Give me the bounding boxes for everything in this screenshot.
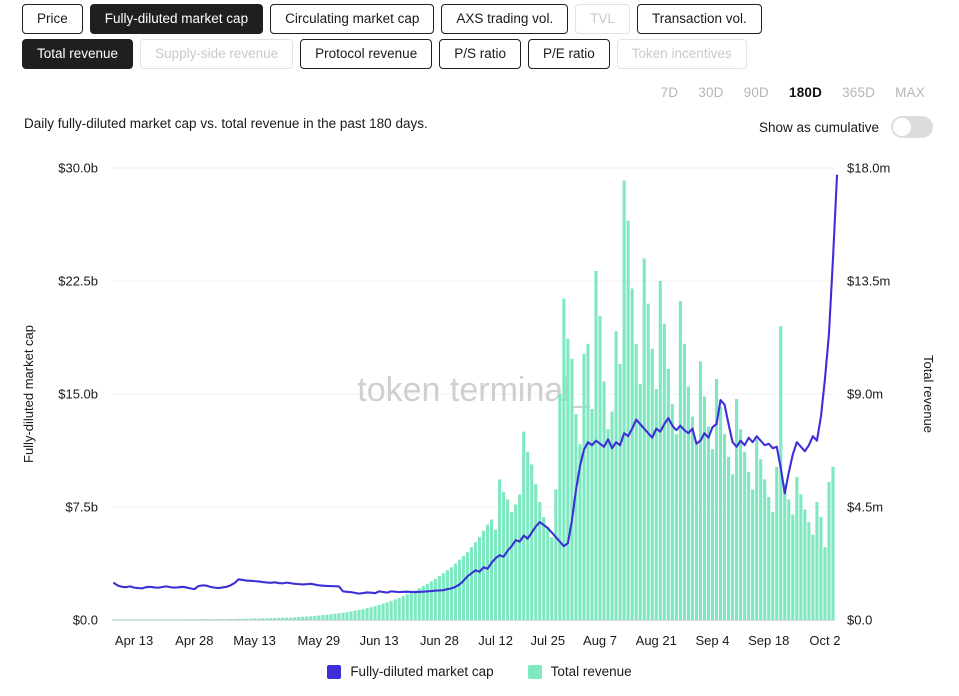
metric-button-p-s-ratio[interactable]: P/S ratio — [439, 39, 521, 69]
y2-axis-tick-label: $9.0m — [847, 387, 883, 402]
y-axis-tick-label: $7.5b — [65, 500, 98, 515]
legend-label: Fully-diluted market cap — [350, 664, 494, 679]
metric-button-transaction-vol[interactable]: Transaction vol. — [636, 4, 762, 34]
range-button-90d[interactable]: 90D — [744, 85, 769, 100]
x-axis-tick-label: May 29 — [298, 633, 341, 648]
chart-container: $0.0 $7.5b $15.0b $22.5b $30.0b $0.0 $4.5m $9.0… — [0, 148, 959, 658]
range-button-7d[interactable]: 7D — [661, 85, 679, 100]
metric-button-supply-side-revenue: Supply-side revenue — [140, 39, 294, 69]
range-button-30d[interactable]: 30D — [698, 85, 723, 100]
y-axis-tick-label: $22.5b — [58, 274, 98, 289]
metric-button-fully-diluted-market-cap[interactable]: Fully-diluted market cap — [89, 4, 264, 34]
x-axis-tick-label: Sep 18 — [748, 633, 789, 648]
metric-button-circulating-market-cap[interactable]: Circulating market cap — [270, 4, 435, 34]
y2-axis-title: Total revenue — [921, 355, 936, 433]
x-axis-tick-label: Aug 21 — [636, 633, 677, 648]
legend-label: Total revenue — [550, 664, 632, 679]
x-axis-tick-label: Jul 25 — [530, 633, 565, 648]
legend-swatch-icon — [527, 664, 542, 679]
metric-button-axs-trading-vol[interactable]: AXS trading vol. — [441, 4, 569, 34]
x-axis-tick-label: Jul 12 — [478, 633, 513, 648]
metric-button-p-e-ratio[interactable]: P/E ratio — [527, 39, 610, 69]
range-selector: 7D 30D 90D 180D 365D MAX — [0, 74, 959, 102]
x-axis-tick-label: Aug 7 — [583, 633, 617, 648]
toggle-knob — [893, 118, 911, 136]
range-button-365d[interactable]: 365D — [842, 85, 875, 100]
y-axis-title: Fully-diluted market cap — [21, 325, 36, 463]
range-button-max[interactable]: MAX — [895, 85, 925, 100]
metric-button-price[interactable]: Price — [22, 4, 83, 34]
watermark: token terminal_ — [357, 371, 591, 409]
y2-axis-tick-label: $0.0 — [847, 613, 872, 628]
cumulative-label: Show as cumulative — [758, 119, 879, 135]
metric-button-tvl: TVL — [575, 4, 630, 34]
y2-axis-tick-label: $4.5m — [847, 500, 883, 515]
legend-item-1[interactable]: Fully-diluted market cap — [327, 664, 494, 679]
metric-row-2: Total revenue Supply-side revenue Protocol… — [22, 39, 959, 69]
metric-selector: Price Fully-diluted market cap Circulating… — [0, 0, 959, 69]
legend-swatch-icon — [327, 664, 342, 679]
y2-axis-tick-label: $13.5m — [847, 274, 890, 289]
cumulative-control: Show as cumulative — [759, 116, 933, 138]
x-axis-tick-label: Oct 2 — [809, 633, 840, 648]
range-button-180d[interactable]: 180D — [789, 85, 822, 100]
chart-svg: $0.0 $7.5b $15.0b $22.5b $30.0b $0.0 $4.5m $9.0… — [21, 161, 936, 649]
cumulative-toggle[interactable] — [891, 116, 933, 138]
metric-button-protocol-revenue[interactable]: Protocol revenue — [300, 39, 433, 69]
x-axis-tick-label: Jun 13 — [360, 633, 399, 648]
metric-row-1: Price Fully-diluted market cap Circulating… — [22, 4, 959, 34]
y2-axis-tick-label: $18.0m — [847, 161, 890, 176]
x-axis-tick-label: May 13 — [233, 633, 276, 648]
legend-item-2[interactable]: Total revenue — [527, 664, 632, 679]
chart-legend: Fully-diluted market cap Total revenue — [0, 664, 959, 679]
metric-button-total-revenue[interactable]: Total revenue — [22, 39, 134, 69]
x-axis-tick-label: Jun 28 — [420, 633, 459, 648]
x-axis-tick-label: Sep 4 — [695, 633, 729, 648]
y-axis-tick-label: $0.0 — [73, 613, 98, 628]
y-axis-tick-label: $15.0b — [58, 387, 98, 402]
y-axis-tick-label: $30.0b — [58, 161, 98, 176]
x-axis-tick-label: Apr 28 — [175, 633, 213, 648]
x-axis-tick-label: Apr 13 — [115, 633, 153, 648]
metric-button-token-incentives: Token incentives — [616, 39, 747, 69]
